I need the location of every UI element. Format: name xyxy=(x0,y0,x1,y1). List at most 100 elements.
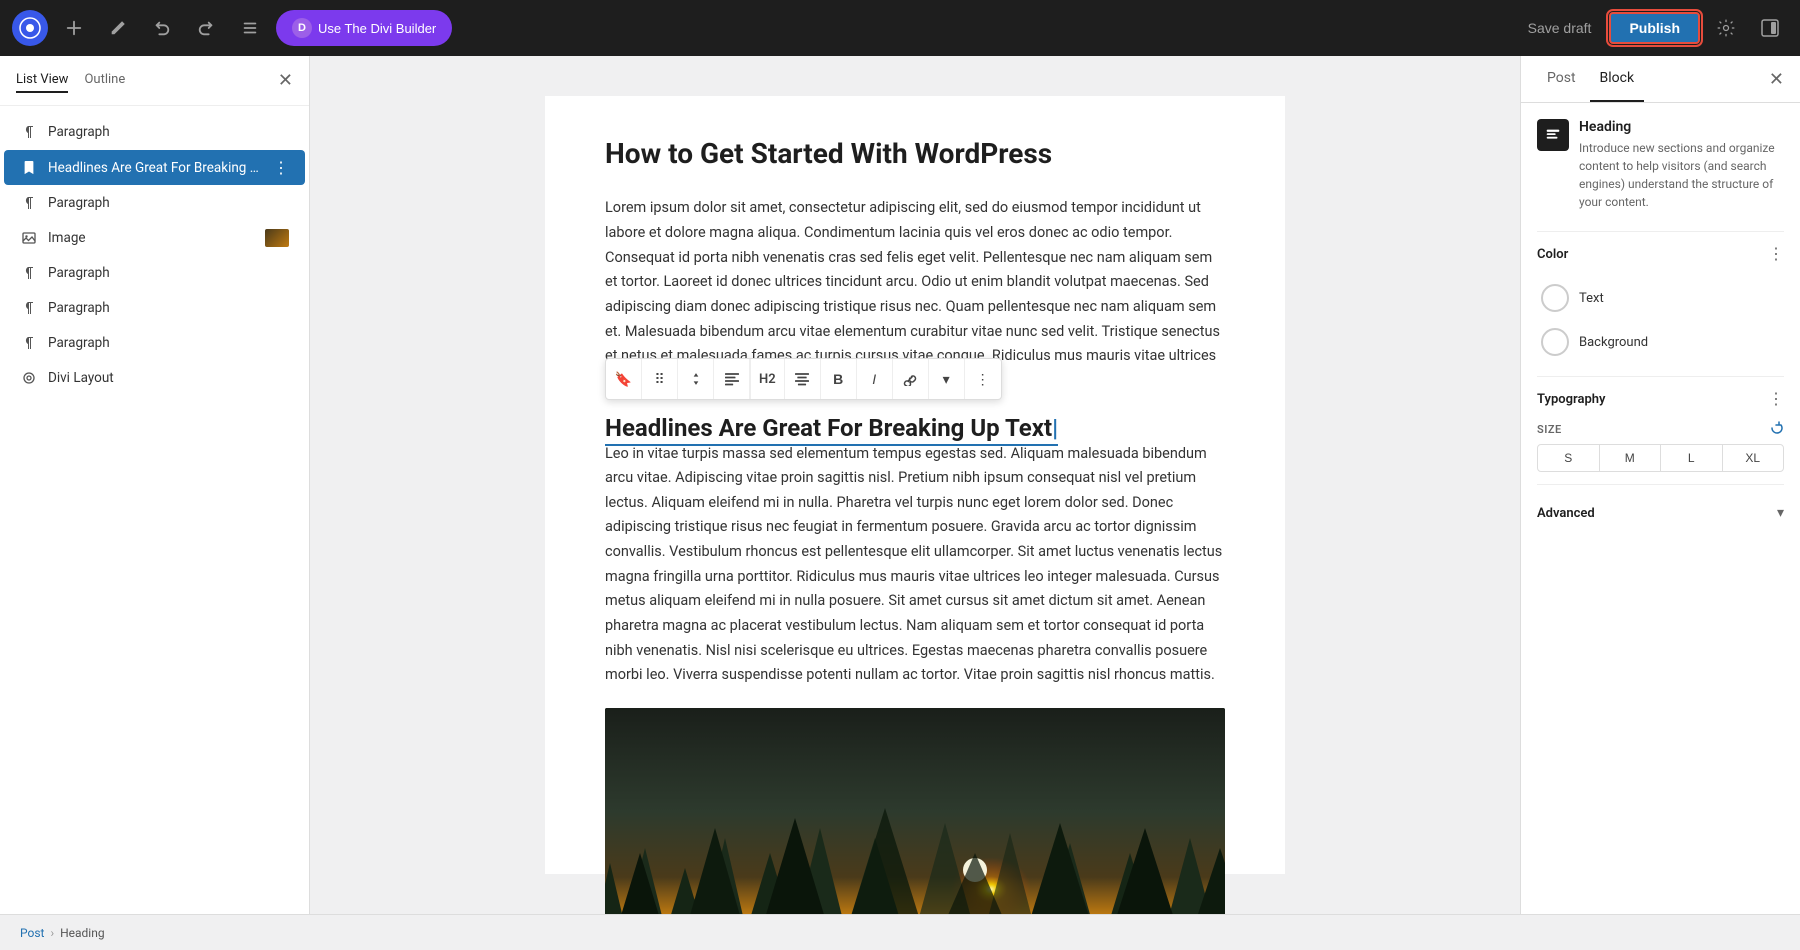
sidebar-item-paragraph-4[interactable]: Paragraph xyxy=(4,291,305,325)
sidebar-item-icon xyxy=(20,159,38,177)
size-buttons-group: S M L XL xyxy=(1537,444,1784,472)
sidebar-item-icon xyxy=(20,123,38,141)
breadcrumb-heading: Heading xyxy=(60,926,105,940)
tab-block[interactable]: Block xyxy=(1590,56,1645,102)
block-info-text: Heading Introduce new sections and organ… xyxy=(1579,119,1784,211)
size-s-button[interactable]: S xyxy=(1538,445,1600,471)
forest-image xyxy=(605,708,1225,914)
sidebar-item-label: Headlines Are Great For Breaking Up T... xyxy=(48,160,263,176)
block-type-name: Heading xyxy=(1579,119,1784,135)
sidebar-item-label: Paragraph xyxy=(48,195,289,211)
size-reset-button[interactable] xyxy=(1770,421,1784,438)
right-panel: Post Block ✕ Heading Introduce new secti… xyxy=(1520,56,1800,914)
divi-icon: D xyxy=(292,18,312,38)
color-more-button[interactable]: ⋮ xyxy=(1768,244,1784,264)
advanced-title: Advanced xyxy=(1537,506,1595,521)
panel-toggle-button[interactable] xyxy=(1752,10,1788,46)
right-panel-content: Heading Introduce new sections and organ… xyxy=(1521,103,1800,914)
sidebar-item-icon xyxy=(20,229,38,247)
right-panel-close-button[interactable]: ✕ xyxy=(1769,69,1784,90)
outline-tab[interactable]: Outline xyxy=(84,68,125,93)
sidebar-item-image[interactable]: Image xyxy=(4,221,305,255)
divi-builder-button[interactable]: D Use The Divi Builder xyxy=(276,10,452,46)
toolbar-bookmark-button[interactable]: 🔖 xyxy=(606,359,642,399)
size-xl-button[interactable]: XL xyxy=(1723,445,1784,471)
tab-post[interactable]: Post xyxy=(1537,56,1586,102)
toolbar-drag-button[interactable]: ⠿ xyxy=(642,359,678,399)
divider-1 xyxy=(1537,231,1784,232)
sidebar-item-paragraph-1[interactable]: Paragraph xyxy=(4,115,305,149)
typography-section-title: Typography xyxy=(1537,392,1606,407)
block-type-description: Introduce new sections and organize cont… xyxy=(1579,139,1784,211)
post-title: How to Get Started With WordPress xyxy=(605,136,1225,172)
heading-level-selector[interactable]: H2 xyxy=(750,359,785,399)
sidebar-item-icon xyxy=(20,334,38,352)
list-view-tab[interactable]: List View xyxy=(16,68,68,93)
sidebar-item-divi-layout[interactable]: Divi Layout xyxy=(4,361,305,395)
add-block-button[interactable] xyxy=(56,10,92,46)
typography-section: Typography ⋮ SIZE S M L XL xyxy=(1537,389,1784,472)
left-sidebar: List View Outline ✕ Paragraph Headlines A… xyxy=(0,56,310,914)
list-view-button[interactable] xyxy=(232,10,268,46)
wp-logo-icon[interactable] xyxy=(12,10,48,46)
text-color-circle[interactable] xyxy=(1541,284,1569,312)
edit-button[interactable] xyxy=(100,10,136,46)
sidebar-item-thumbnail xyxy=(265,229,289,247)
advanced-section-header[interactable]: Advanced ▾ xyxy=(1537,497,1784,529)
editor-content: How to Get Started With WordPress Lorem … xyxy=(545,96,1285,874)
text-color-option: Text xyxy=(1537,276,1784,320)
settings-button[interactable] xyxy=(1708,10,1744,46)
sidebar-item-icon xyxy=(20,264,38,282)
topbar: D Use The Divi Builder Save draft Publis… xyxy=(0,0,1800,56)
block-type-icon xyxy=(1537,119,1569,151)
size-label: SIZE xyxy=(1537,421,1784,438)
toolbar-align-center-button[interactable] xyxy=(785,359,821,399)
sidebar-item-label: Paragraph xyxy=(48,124,289,140)
redo-button[interactable] xyxy=(188,10,224,46)
background-color-circle[interactable] xyxy=(1541,328,1569,356)
breadcrumb-post[interactable]: Post xyxy=(20,926,44,940)
typography-more-button[interactable]: ⋮ xyxy=(1768,389,1784,409)
publish-button[interactable]: Publish xyxy=(1609,12,1700,44)
sidebar-item-headlines[interactable]: Headlines Are Great For Breaking Up T...… xyxy=(4,150,305,185)
sidebar-item-paragraph-5[interactable]: Paragraph xyxy=(4,326,305,360)
right-panel-tabs: Post Block ✕ xyxy=(1521,56,1800,103)
undo-button[interactable] xyxy=(144,10,180,46)
sidebar-item-paragraph-2[interactable]: Paragraph xyxy=(4,186,305,220)
sidebar-item-icon xyxy=(20,369,38,387)
sidebar-header: List View Outline ✕ xyxy=(0,56,309,106)
content-area: How to Get Started With WordPress Lorem … xyxy=(310,56,1520,914)
sidebar-item-paragraph-3[interactable]: Paragraph xyxy=(4,256,305,290)
toolbar-italic-button[interactable]: I xyxy=(857,359,893,399)
toolbar-dropdown-button[interactable]: ▾ xyxy=(929,359,965,399)
toolbar-arrow-button[interactable] xyxy=(678,359,714,399)
toolbar-bold-button[interactable]: B xyxy=(821,359,857,399)
sidebar-item-label: Paragraph xyxy=(48,265,289,281)
sidebar-item-label: Image xyxy=(48,230,255,246)
toolbar-link-button[interactable] xyxy=(893,359,929,399)
sidebar-item-icon xyxy=(20,299,38,317)
main-area: List View Outline ✕ Paragraph Headlines A… xyxy=(0,56,1800,914)
color-section-title: Color xyxy=(1537,247,1568,262)
sidebar-items-list: Paragraph Headlines Are Great For Breakin… xyxy=(0,106,309,914)
sidebar-item-label: Paragraph xyxy=(48,335,289,351)
sidebar-close-button[interactable]: ✕ xyxy=(278,70,293,91)
size-row: SIZE S M L XL xyxy=(1537,421,1784,472)
block-info: Heading Introduce new sections and organ… xyxy=(1537,119,1784,211)
text-color-label: Text xyxy=(1579,291,1604,306)
breadcrumb-bar: Post › Heading xyxy=(0,914,1800,950)
heading-block[interactable]: Headlines Are Great For Breaking Up Text xyxy=(605,414,1058,446)
toolbar-more-button[interactable]: ⋮ xyxy=(965,359,1001,399)
advanced-chevron-icon: ▾ xyxy=(1777,505,1784,521)
sidebar-item-actions[interactable]: ⋮ xyxy=(273,158,289,177)
size-m-button[interactable]: M xyxy=(1600,445,1662,471)
toolbar-align-left-button[interactable] xyxy=(714,359,750,399)
breadcrumb-separator: › xyxy=(50,926,54,940)
body-paragraph-2[interactable]: Leo in vitae turpis massa sed elementum … xyxy=(605,442,1225,688)
background-color-option: Background xyxy=(1537,320,1784,364)
sidebar-item-label: Divi Layout xyxy=(48,370,289,386)
advanced-section: Advanced ▾ xyxy=(1537,497,1784,529)
size-l-button[interactable]: L xyxy=(1661,445,1723,471)
background-color-label: Background xyxy=(1579,335,1648,350)
save-draft-button[interactable]: Save draft xyxy=(1518,14,1602,42)
